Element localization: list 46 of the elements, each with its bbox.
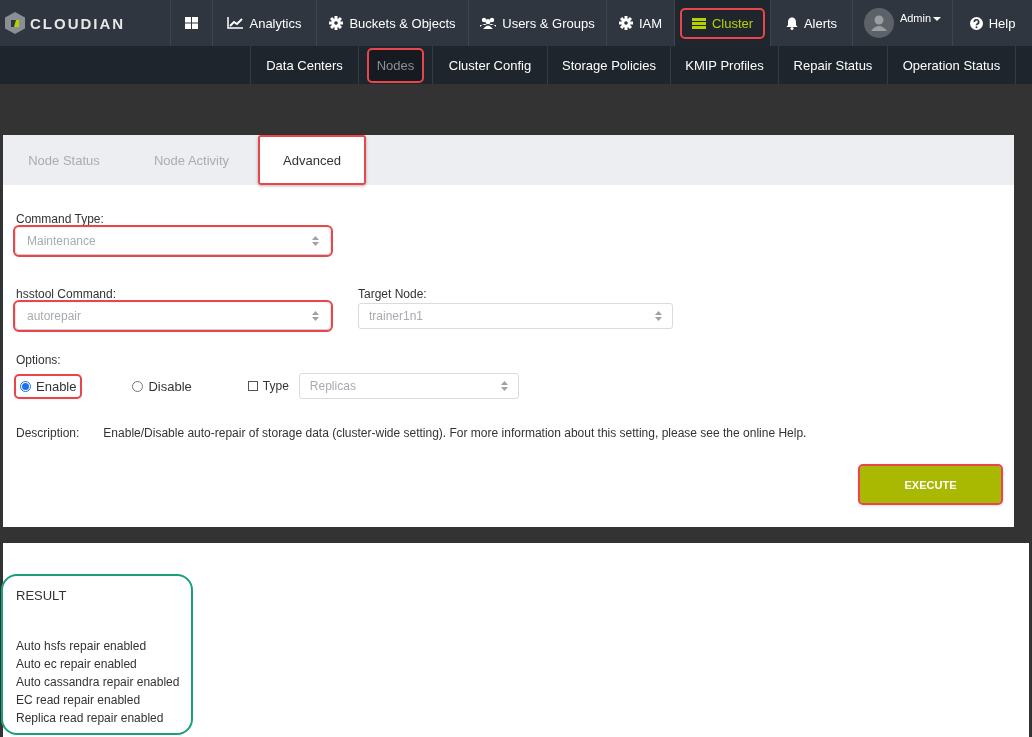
nav-item[interactable]: Buckets & Objects: [319, 9, 466, 37]
description-text: Enable/Disable auto-repair of storage data (cluster-wide setting). For more information about this setting, please see the online Help.: [103, 426, 807, 440]
gear-icon: [329, 16, 344, 30]
users-icon: [480, 17, 497, 29]
subnav-tab[interactable]: Storage Policies: [554, 49, 664, 81]
server-icon: [691, 17, 706, 29]
nav-item[interactable]: Analytics: [217, 9, 312, 37]
help-icon: [969, 16, 983, 30]
field-label: Options:: [16, 353, 62, 367]
sort-arrows-icon: [312, 236, 319, 246]
subnav-tab[interactable]: Data Centers: [258, 49, 351, 81]
logo-text: CLOUDIAN: [30, 14, 126, 32]
sort-arrows-icon: [500, 381, 508, 391]
subnav-tab[interactable]: Repair Status: [785, 49, 881, 81]
nav-item[interactable]: Alerts: [775, 9, 848, 37]
caret-icon: [933, 17, 942, 21]
nav-item[interactable]: Help: [959, 9, 1026, 37]
result-line: Auto ec repair enabled: [16, 656, 138, 673]
sort-arrows-icon: [655, 311, 662, 321]
description-label: Description:: [16, 426, 80, 440]
result-line: Replica read repair enabled: [16, 710, 165, 727]
result-line: Auto hsfs repair enabled: [16, 638, 148, 655]
subnav-tab[interactable]: KMIP Profiles: [677, 49, 772, 81]
subnav-tab[interactable]: Cluster Config: [440, 49, 540, 81]
line-chart-icon: [227, 17, 244, 29]
nav-item[interactable]: IAM: [608, 9, 673, 37]
result-title: RESULT: [16, 588, 68, 603]
nav-item[interactable]: Users & Groups: [470, 9, 605, 37]
gear-icon: [618, 16, 633, 30]
avatar-icon: [863, 8, 894, 38]
logo-icon: [4, 11, 26, 35]
bell-icon: [785, 16, 798, 30]
subnav-tab[interactable]: Nodes: [368, 49, 423, 81]
field-label: Command Type:: [16, 212, 105, 226]
grid-icon: [185, 17, 198, 29]
radio-option[interactable]: Enable: [16, 375, 81, 397]
field-label: Target Node:: [358, 287, 428, 301]
radio-option[interactable]: Disable: [128, 375, 196, 397]
tab[interactable]: Advanced: [258, 135, 366, 185]
sort-arrows-icon: [312, 311, 319, 321]
subnav-tab[interactable]: Operation Status: [894, 49, 1009, 81]
result-line: EC read repair enabled: [16, 692, 142, 709]
account-menu[interactable]: Admin: [863, 8, 942, 38]
type-checkbox[interactable]: Type: [247, 379, 289, 393]
result-line: Auto cassandra repair enabled: [16, 674, 180, 691]
field-label: hsstool Command:: [16, 287, 118, 301]
